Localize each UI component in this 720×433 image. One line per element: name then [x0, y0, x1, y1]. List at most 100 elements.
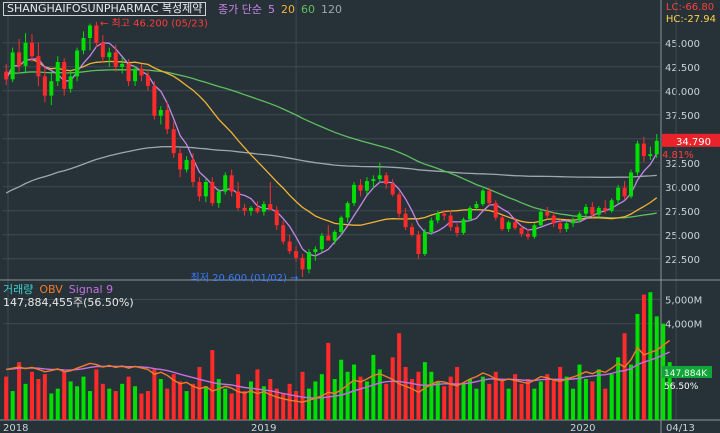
x-tick-label: 2018 — [3, 423, 28, 433]
candle-body — [590, 206, 595, 215]
volume-bar — [654, 316, 659, 420]
candle-body — [152, 86, 157, 116]
price-tick-label: 27.500 — [665, 207, 700, 218]
volume-bar — [42, 374, 47, 420]
candle-body — [158, 110, 163, 116]
candle-body — [513, 222, 518, 229]
candle-body — [603, 207, 608, 211]
security-name-label: 복성제약 — [161, 2, 203, 15]
ma-5-label: 5 — [267, 3, 275, 16]
candle-body — [339, 217, 344, 232]
volume-bar — [133, 386, 138, 420]
candle-body — [165, 110, 170, 130]
volume-bar — [455, 366, 460, 420]
volume-bar — [223, 388, 228, 420]
candle-body — [352, 184, 357, 204]
price-tick-label: 30.000 — [665, 183, 700, 194]
security-title-box[interactable]: SHANGHAIFOSUNPHARMAC 복성제약 — [3, 2, 207, 16]
ma-20-label: 20 — [280, 3, 295, 16]
volume-bar — [274, 388, 279, 420]
candle-body — [255, 207, 260, 212]
volume-bar — [474, 388, 479, 420]
candle-body — [609, 200, 614, 211]
volume-bar — [113, 391, 118, 420]
candle-body — [435, 213, 440, 221]
volume-bar — [68, 381, 73, 420]
candle-body — [17, 52, 22, 66]
volume-bar — [377, 369, 382, 420]
volume-bar — [390, 357, 395, 420]
volume-bar — [300, 371, 305, 420]
volume-bar — [422, 362, 427, 420]
candle-body — [319, 235, 324, 250]
candle-body — [248, 207, 253, 211]
candle-body — [558, 223, 563, 230]
price-tick-label: 40.000 — [665, 87, 700, 98]
volume-bar — [107, 388, 112, 420]
volume-bar — [87, 391, 92, 420]
volume-bar — [94, 369, 99, 420]
ma-60-label: 60 — [300, 3, 315, 16]
volume-bar — [216, 379, 221, 420]
candle-body — [500, 217, 505, 230]
lc-hc-readout: LC:-66.80 HC:-27.94 — [666, 2, 716, 26]
candle-body — [654, 140, 659, 155]
candle-body — [616, 187, 621, 201]
lc-label: LC:-66.80 — [665, 2, 715, 13]
candle-body — [538, 211, 543, 226]
volume-bar — [558, 366, 563, 420]
volume-bar — [648, 292, 653, 420]
volume-bar — [17, 362, 22, 420]
candle-body — [126, 63, 131, 82]
x-tick-label: 2019 — [251, 423, 276, 433]
candle-body — [171, 129, 176, 154]
candle-body — [87, 25, 92, 38]
candle-body — [429, 220, 434, 232]
volume-bar — [525, 379, 530, 420]
volume-bar — [268, 379, 273, 420]
candle-body — [467, 207, 472, 220]
candle-body — [397, 194, 402, 214]
candle-body — [487, 190, 492, 204]
volume-bar — [139, 393, 144, 420]
candle-body — [551, 215, 556, 224]
candle-body — [100, 42, 105, 58]
volume-bar — [551, 379, 556, 420]
candle-body — [203, 182, 208, 197]
candle-body — [571, 220, 576, 224]
candle-body — [596, 207, 601, 215]
candle-body — [525, 233, 530, 237]
candle-body — [281, 225, 286, 242]
volume-bar — [480, 376, 485, 420]
candle-body — [62, 62, 67, 89]
candle-body — [210, 182, 215, 204]
volume-tick-label: 5,000M — [665, 295, 702, 306]
volume-bar — [191, 383, 196, 420]
candle-body — [261, 204, 266, 212]
candle-body — [229, 175, 234, 192]
candle-body — [81, 38, 86, 51]
volume-bar — [281, 393, 286, 420]
candle-body — [113, 52, 118, 67]
candle-body — [403, 213, 408, 228]
candle-body — [42, 76, 47, 96]
volume-bar — [641, 294, 646, 420]
candle-body — [197, 182, 202, 197]
volume-bar — [326, 342, 331, 420]
volume-bar — [358, 376, 363, 420]
volume-bar — [461, 383, 466, 420]
candle-body — [236, 191, 241, 208]
price-tick-label: 25.000 — [665, 231, 700, 242]
volume-bar — [397, 333, 402, 420]
volume-bar — [126, 376, 131, 420]
candle-body — [23, 42, 28, 66]
volume-bar — [345, 371, 350, 420]
candle-body — [448, 215, 453, 228]
volume-bar — [210, 350, 215, 420]
candle-body — [313, 249, 318, 253]
candle-body — [332, 231, 337, 241]
volume-bar — [442, 386, 447, 420]
candle-body — [216, 191, 221, 204]
volume-bar — [184, 391, 189, 420]
volume-bar — [571, 388, 576, 420]
